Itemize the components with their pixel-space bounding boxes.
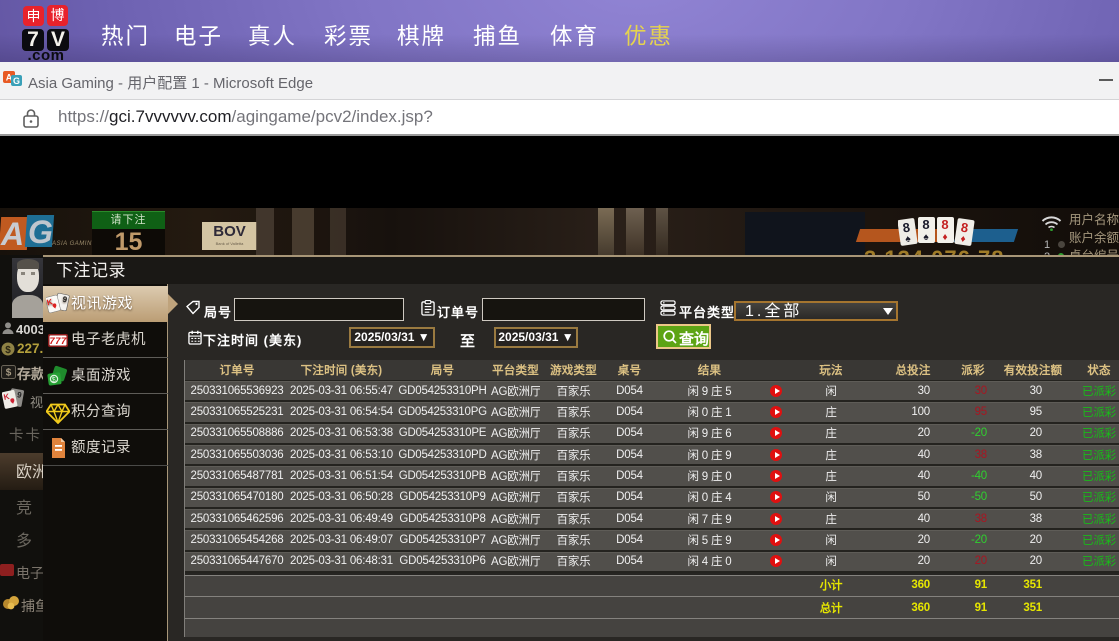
svg-text:G: G (13, 76, 20, 86)
svg-text:$: $ (6, 368, 12, 379)
svg-text:$: $ (52, 377, 56, 384)
svg-text:8: 8 (922, 217, 929, 232)
svg-text:♦: ♦ (942, 232, 947, 243)
svg-text:777: 777 (49, 336, 67, 347)
svg-text:$: $ (5, 345, 11, 356)
svg-text:8: 8 (941, 217, 948, 232)
svg-text:♠: ♠ (923, 232, 929, 243)
